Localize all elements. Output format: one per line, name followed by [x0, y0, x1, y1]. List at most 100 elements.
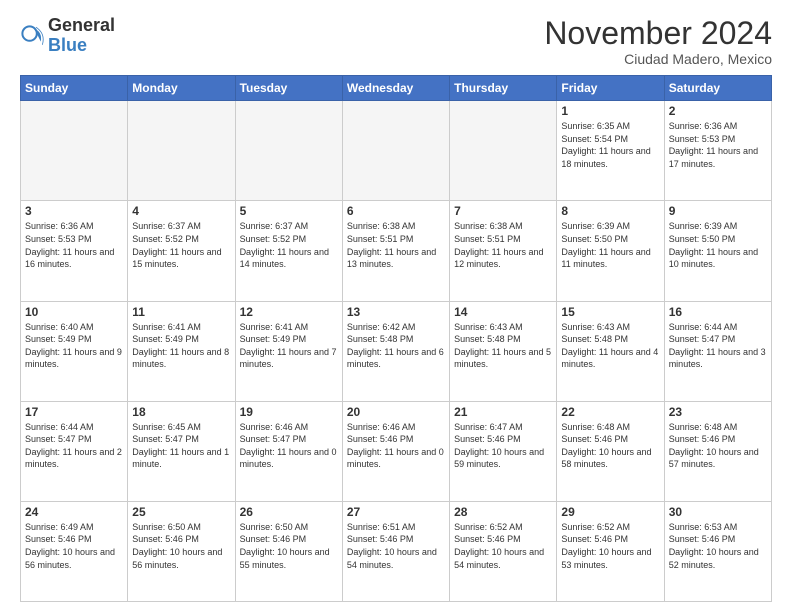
day-header-friday: Friday — [557, 76, 664, 101]
day-info: Sunrise: 6:37 AM Sunset: 5:52 PM Dayligh… — [240, 220, 338, 270]
day-number: 30 — [669, 505, 767, 519]
calendar-container: General Blue November 2024 Ciudad Madero… — [0, 0, 792, 612]
week-row-0: 1Sunrise: 6:35 AM Sunset: 5:54 PM Daylig… — [21, 101, 772, 201]
day-cell: 21Sunrise: 6:47 AM Sunset: 5:46 PM Dayli… — [450, 401, 557, 501]
day-info: Sunrise: 6:45 AM Sunset: 5:47 PM Dayligh… — [132, 421, 230, 471]
day-info: Sunrise: 6:43 AM Sunset: 5:48 PM Dayligh… — [561, 321, 659, 371]
day-cell: 2Sunrise: 6:36 AM Sunset: 5:53 PM Daylig… — [664, 101, 771, 201]
day-info: Sunrise: 6:35 AM Sunset: 5:54 PM Dayligh… — [561, 120, 659, 170]
day-number: 19 — [240, 405, 338, 419]
day-info: Sunrise: 6:46 AM Sunset: 5:47 PM Dayligh… — [240, 421, 338, 471]
day-number: 23 — [669, 405, 767, 419]
day-cell — [342, 101, 449, 201]
day-header-saturday: Saturday — [664, 76, 771, 101]
day-number: 5 — [240, 204, 338, 218]
day-info: Sunrise: 6:39 AM Sunset: 5:50 PM Dayligh… — [669, 220, 767, 270]
week-row-4: 24 Sunrise: 6:49 AM Sunset: 5:46 PM Dayli… — [21, 501, 772, 601]
day-number: 18 — [132, 405, 230, 419]
day-cell: 16 Sunrise: 6:44 AM Sunset: 5:47 PM Dayli… — [664, 301, 771, 401]
day-info: Sunrise: 6:38 AM Sunset: 5:51 PM Dayligh… — [454, 220, 552, 270]
day-info: Sunrise: 6:42 AM Sunset: 5:48 PM Dayligh… — [347, 321, 445, 371]
day-header-thursday: Thursday — [450, 76, 557, 101]
day-info: Sunrise: 6:36 AM Sunset: 5:53 PM Dayligh… — [25, 220, 123, 270]
logo: General Blue — [20, 16, 115, 56]
day-number: 16 — [669, 305, 767, 319]
day-cell: 17Sunrise: 6:44 AM Sunset: 5:47 PM Dayli… — [21, 401, 128, 501]
day-info: Sunrise: 6:49 AM Sunset: 5:46 PM Dayligh… — [25, 521, 123, 571]
day-header-wednesday: Wednesday — [342, 76, 449, 101]
day-cell: 14 Sunrise: 6:43 AM Sunset: 5:48 PM Dayli… — [450, 301, 557, 401]
day-cell: 15 Sunrise: 6:43 AM Sunset: 5:48 PM Dayli… — [557, 301, 664, 401]
day-cell: 7 Sunrise: 6:38 AM Sunset: 5:51 PM Daylig… — [450, 201, 557, 301]
week-row-1: 3 Sunrise: 6:36 AM Sunset: 5:53 PM Daylig… — [21, 201, 772, 301]
day-cell: 29 Sunrise: 6:52 AM Sunset: 5:46 PM Dayli… — [557, 501, 664, 601]
day-info: Sunrise: 6:50 AM Sunset: 5:46 PM Dayligh… — [240, 521, 338, 571]
day-number: 4 — [132, 204, 230, 218]
logo-icon — [20, 24, 44, 48]
day-cell: 4 Sunrise: 6:37 AM Sunset: 5:52 PM Daylig… — [128, 201, 235, 301]
day-info: Sunrise: 6:46 AM Sunset: 5:46 PM Dayligh… — [347, 421, 445, 471]
day-cell: 30 Sunrise: 6:53 AM Sunset: 5:46 PM Dayli… — [664, 501, 771, 601]
day-info: Sunrise: 6:51 AM Sunset: 5:46 PM Dayligh… — [347, 521, 445, 571]
day-cell: 6 Sunrise: 6:38 AM Sunset: 5:51 PM Daylig… — [342, 201, 449, 301]
day-info: Sunrise: 6:44 AM Sunset: 5:47 PM Dayligh… — [669, 321, 767, 371]
day-cell: 28Sunrise: 6:52 AM Sunset: 5:46 PM Dayli… — [450, 501, 557, 601]
location-subtitle: Ciudad Madero, Mexico — [544, 51, 772, 67]
day-info: Sunrise: 6:41 AM Sunset: 5:49 PM Dayligh… — [132, 321, 230, 371]
day-info: Sunrise: 6:47 AM Sunset: 5:46 PM Dayligh… — [454, 421, 552, 471]
day-info: Sunrise: 6:43 AM Sunset: 5:48 PM Dayligh… — [454, 321, 552, 371]
day-number: 22 — [561, 405, 659, 419]
day-cell: 8Sunrise: 6:39 AM Sunset: 5:50 PM Daylig… — [557, 201, 664, 301]
day-info: Sunrise: 6:53 AM Sunset: 5:46 PM Dayligh… — [669, 521, 767, 571]
day-info: Sunrise: 6:39 AM Sunset: 5:50 PM Dayligh… — [561, 220, 659, 270]
day-info: Sunrise: 6:40 AM Sunset: 5:49 PM Dayligh… — [25, 321, 123, 371]
day-number: 24 — [25, 505, 123, 519]
header: General Blue November 2024 Ciudad Madero… — [20, 16, 772, 67]
day-number: 20 — [347, 405, 445, 419]
day-cell: 13 Sunrise: 6:42 AM Sunset: 5:48 PM Dayli… — [342, 301, 449, 401]
day-cell — [128, 101, 235, 201]
day-cell: 12Sunrise: 6:41 AM Sunset: 5:49 PM Dayli… — [235, 301, 342, 401]
day-number: 3 — [25, 204, 123, 218]
calendar-header-row: SundayMondayTuesdayWednesdayThursdayFrid… — [21, 76, 772, 101]
day-cell: 11Sunrise: 6:41 AM Sunset: 5:49 PM Dayli… — [128, 301, 235, 401]
logo-blue: Blue — [48, 35, 87, 55]
day-cell: 24 Sunrise: 6:49 AM Sunset: 5:46 PM Dayli… — [21, 501, 128, 601]
day-cell — [235, 101, 342, 201]
day-number: 6 — [347, 204, 445, 218]
day-number: 17 — [25, 405, 123, 419]
week-row-2: 10 Sunrise: 6:40 AM Sunset: 5:49 PM Dayli… — [21, 301, 772, 401]
day-cell: 3 Sunrise: 6:36 AM Sunset: 5:53 PM Daylig… — [21, 201, 128, 301]
day-cell: 18 Sunrise: 6:45 AM Sunset: 5:47 PM Dayli… — [128, 401, 235, 501]
day-info: Sunrise: 6:52 AM Sunset: 5:46 PM Dayligh… — [561, 521, 659, 571]
day-number: 9 — [669, 204, 767, 218]
day-number: 27 — [347, 505, 445, 519]
day-info: Sunrise: 6:41 AM Sunset: 5:49 PM Dayligh… — [240, 321, 338, 371]
day-number: 14 — [454, 305, 552, 319]
day-number: 25 — [132, 505, 230, 519]
day-info: Sunrise: 6:37 AM Sunset: 5:52 PM Dayligh… — [132, 220, 230, 270]
day-cell: 10 Sunrise: 6:40 AM Sunset: 5:49 PM Dayli… — [21, 301, 128, 401]
day-info: Sunrise: 6:38 AM Sunset: 5:51 PM Dayligh… — [347, 220, 445, 270]
day-number: 13 — [347, 305, 445, 319]
month-title: November 2024 — [544, 16, 772, 51]
week-row-3: 17Sunrise: 6:44 AM Sunset: 5:47 PM Dayli… — [21, 401, 772, 501]
day-cell: 26Sunrise: 6:50 AM Sunset: 5:46 PM Dayli… — [235, 501, 342, 601]
day-cell: 27 Sunrise: 6:51 AM Sunset: 5:46 PM Dayli… — [342, 501, 449, 601]
day-header-tuesday: Tuesday — [235, 76, 342, 101]
day-info: Sunrise: 6:48 AM Sunset: 5:46 PM Dayligh… — [669, 421, 767, 471]
logo-general: General — [48, 15, 115, 35]
day-cell — [450, 101, 557, 201]
day-cell: 25Sunrise: 6:50 AM Sunset: 5:46 PM Dayli… — [128, 501, 235, 601]
day-number: 10 — [25, 305, 123, 319]
day-number: 29 — [561, 505, 659, 519]
day-header-monday: Monday — [128, 76, 235, 101]
day-number: 15 — [561, 305, 659, 319]
logo-text: General Blue — [48, 16, 115, 56]
day-cell: 19 Sunrise: 6:46 AM Sunset: 5:47 PM Dayli… — [235, 401, 342, 501]
title-block: November 2024 Ciudad Madero, Mexico — [544, 16, 772, 67]
day-cell: 20 Sunrise: 6:46 AM Sunset: 5:46 PM Dayli… — [342, 401, 449, 501]
calendar-table: SundayMondayTuesdayWednesdayThursdayFrid… — [20, 75, 772, 602]
day-cell: 5 Sunrise: 6:37 AM Sunset: 5:52 PM Daylig… — [235, 201, 342, 301]
day-number: 7 — [454, 204, 552, 218]
